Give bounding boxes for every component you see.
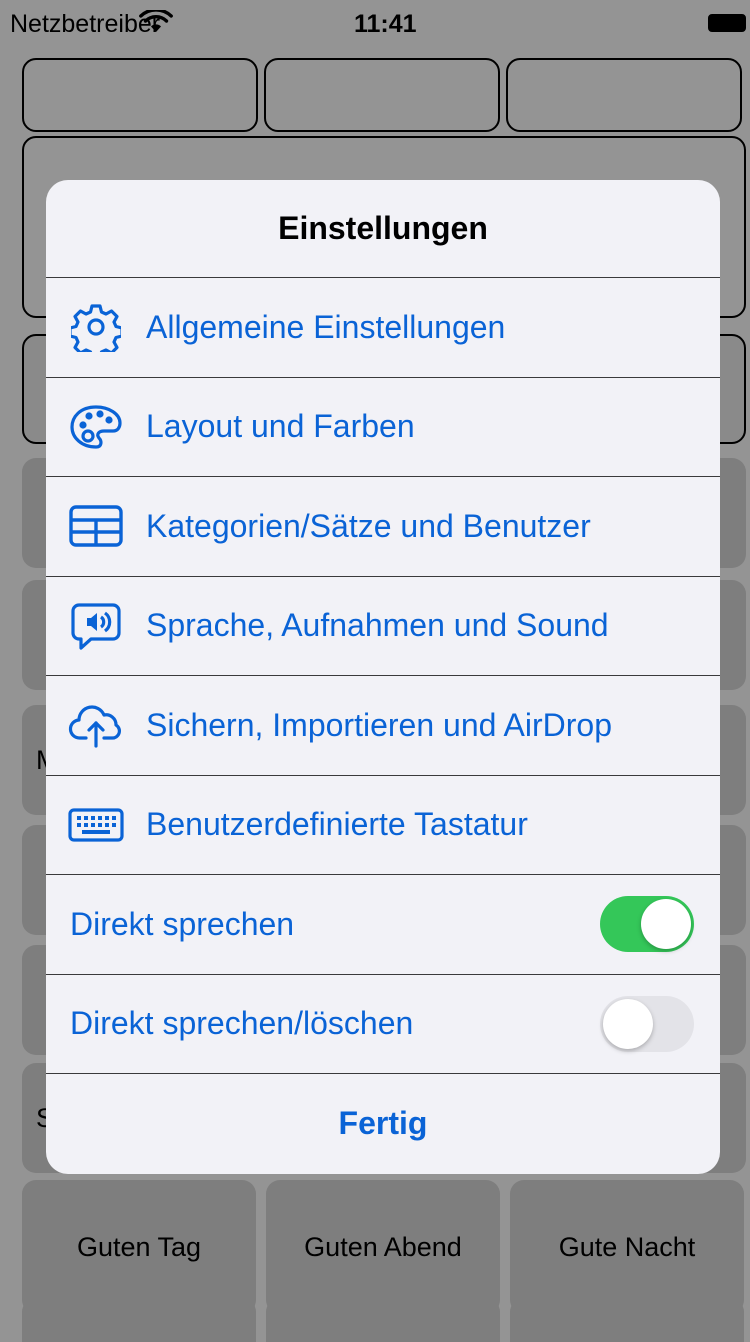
menu-speech-sound[interactable]: Sprache, Aufnahmen und Sound (46, 577, 720, 676)
menu-label: Benutzerdefinierte Tastatur (146, 806, 528, 843)
menu-custom-keyboard[interactable]: Benutzerdefinierte Tastatur (46, 776, 720, 875)
direct-speak-switch[interactable] (600, 896, 694, 953)
menu-label: Sprache, Aufnahmen und Sound (146, 607, 609, 644)
gear-icon (68, 302, 124, 353)
settings-sheet: Einstellungen Allgemeine Einstellungen L… (46, 180, 720, 1174)
toggle-row-direct-speak: Direkt sprechen (46, 875, 720, 975)
sheet-title: Einstellungen (46, 180, 720, 278)
menu-label: Sichern, Importieren und AirDrop (146, 706, 612, 743)
menu-backup-import-airdrop[interactable]: Sichern, Importieren und AirDrop (46, 676, 720, 776)
switch-knob (641, 899, 691, 950)
toggle-row-direct-speak-delete: Direkt sprechen/löschen (46, 975, 720, 1074)
speaker-bubble-icon (68, 601, 124, 651)
switch-knob (603, 998, 653, 1049)
keyboard-icon (68, 800, 124, 850)
palette-icon (68, 402, 124, 452)
menu-label: Kategorien/Sätze und Benutzer (146, 507, 591, 544)
menu-categories-users[interactable]: Kategorien/Sätze und Benutzer (46, 477, 720, 577)
direct-speak-delete-switch[interactable] (600, 995, 694, 1052)
toggle-label: Direkt sprechen/löschen (70, 1005, 414, 1042)
done-button[interactable]: Fertig (46, 1074, 720, 1173)
menu-label: Allgemeine Einstellungen (146, 308, 506, 345)
menu-label: Layout und Farben (146, 408, 415, 445)
cloud-upload-icon (68, 700, 124, 750)
toggle-label: Direkt sprechen (70, 905, 295, 942)
grid-table-icon (68, 501, 124, 551)
menu-layout-colors[interactable]: Layout und Farben (46, 378, 720, 477)
menu-general-settings[interactable]: Allgemeine Einstellungen (46, 278, 720, 378)
